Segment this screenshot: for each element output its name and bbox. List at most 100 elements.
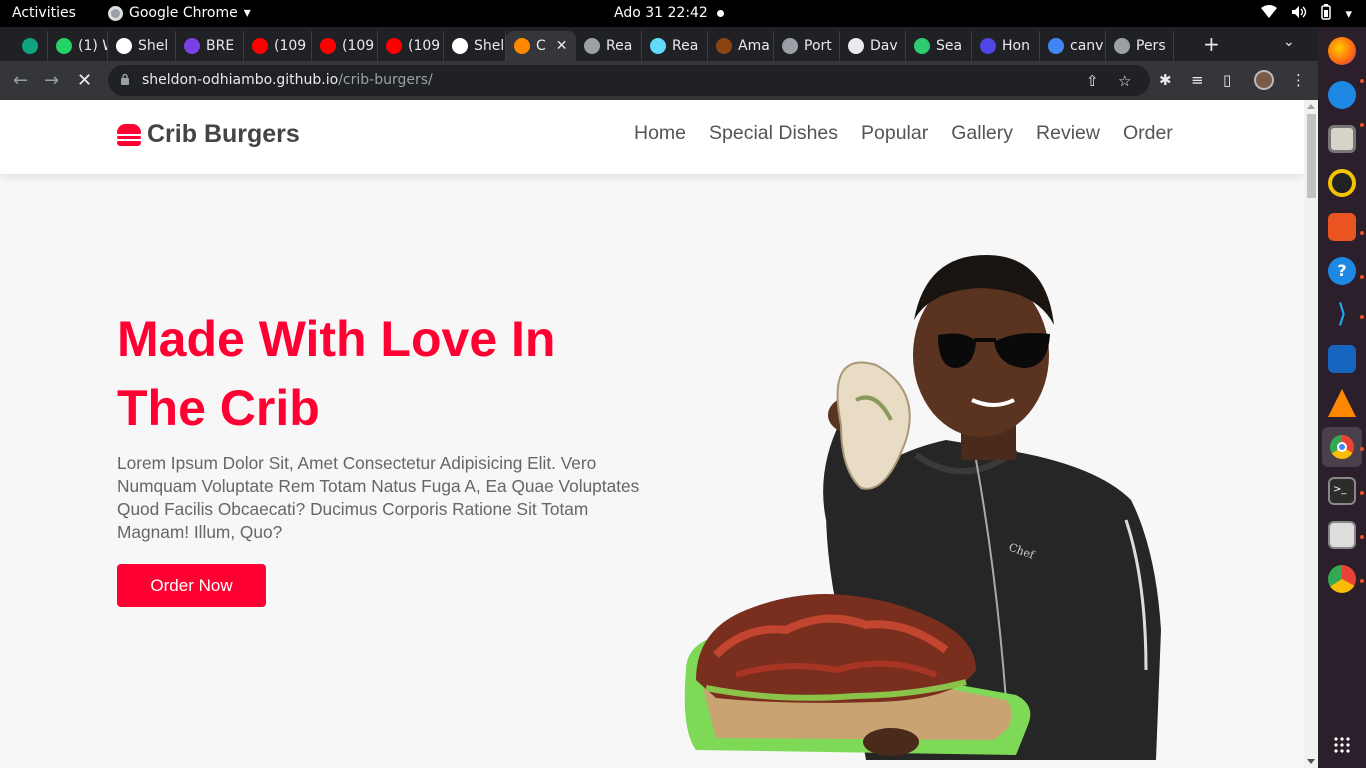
order-now-button[interactable]: Order Now (117, 564, 266, 607)
system-tray[interactable]: ▾ (1261, 4, 1352, 24)
tab-favicon-icon (116, 38, 132, 54)
hero-title: Made With Love In The Crib (117, 311, 556, 436)
tab-label: Shel (138, 38, 169, 54)
show-applications-icon[interactable] (1333, 736, 1351, 754)
terminal-icon[interactable]: >_ (1328, 477, 1356, 505)
url-text: sheldon-odhiambo.github.io/crib-burgers/ (142, 72, 433, 88)
browser-tab[interactable]: (109 (244, 31, 312, 61)
browser-tab[interactable]: Port (774, 31, 840, 61)
image-viewer-icon[interactable] (1328, 521, 1356, 549)
tab-favicon-icon (1114, 38, 1130, 54)
brand-name: Crib Burgers (147, 120, 300, 148)
tab-favicon-icon (184, 38, 200, 54)
software-center-icon[interactable] (1328, 213, 1356, 241)
browser-tab[interactable]: (109 (378, 31, 444, 61)
browser-tab[interactable]: canv (1040, 31, 1106, 61)
browser-tab[interactable]: Rea (642, 31, 708, 61)
scroll-down-arrow[interactable] (1307, 759, 1315, 764)
nav-popular[interactable]: Popular (861, 122, 928, 145)
chrome-dev-icon[interactable] (1328, 565, 1356, 593)
application-dock: ? ⟩ >_ (1318, 27, 1366, 768)
browser-tab[interactable]: C ✕ (506, 31, 576, 61)
nav-gallery[interactable]: Gallery (951, 122, 1013, 145)
nav-home[interactable]: Home (634, 122, 686, 145)
browser-tab[interactable]: Ama (708, 31, 774, 61)
chrome-dock-item[interactable] (1322, 427, 1362, 467)
running-indicator (1360, 447, 1364, 451)
tab-label: Rea (672, 38, 699, 54)
tab-label: Sea (936, 38, 963, 54)
hero-description: Lorem Ipsum Dolor Sit, Amet Consectetur … (117, 453, 640, 542)
back-button[interactable]: ← (13, 70, 28, 91)
url-host: sheldon-odhiambo.github.io (142, 72, 339, 88)
browser-tab[interactable]: Shel (444, 31, 506, 61)
tab-favicon-icon (320, 38, 336, 54)
chrome-icon (108, 5, 123, 21)
scrollbar-thumb[interactable] (1307, 114, 1316, 198)
tab-favicon-icon (1048, 38, 1064, 54)
text-editor-icon[interactable] (1328, 345, 1356, 373)
files-icon[interactable] (1328, 125, 1356, 153)
tab-favicon-icon (848, 38, 864, 54)
activities-button[interactable]: Activities (12, 5, 76, 21)
app-menu[interactable]: Google Chrome ▾ (108, 5, 251, 21)
os-top-bar: Activities Google Chrome ▾ Ado 31 22:42 … (0, 0, 1366, 27)
side-panel-icon[interactable]: ▯ (1223, 71, 1231, 89)
browser-tab[interactable]: Pers (1106, 31, 1174, 61)
running-indicator (1360, 491, 1364, 495)
browser-tab[interactable]: (109 (312, 31, 378, 61)
tab-favicon-icon (716, 38, 732, 54)
browser-tab[interactable]: Hon (972, 31, 1040, 61)
rhythmbox-icon[interactable] (1328, 169, 1356, 197)
nav-special-dishes[interactable]: Special Dishes (709, 122, 838, 145)
tab-favicon-icon (650, 38, 666, 54)
vscode-icon[interactable]: ⟩ (1328, 301, 1356, 329)
more-menu-icon[interactable]: ⋮ (1291, 71, 1306, 89)
tab-search-button[interactable]: ⌄ (1283, 34, 1295, 50)
tab-favicon-icon (252, 38, 268, 54)
running-indicator (1360, 535, 1364, 539)
chevron-down-icon: ▾ (1345, 6, 1352, 22)
bookmark-star-icon[interactable]: ☆ (1118, 72, 1131, 90)
running-indicator (1360, 79, 1364, 83)
tab-label: C (536, 38, 546, 54)
address-bar[interactable]: sheldon-odhiambo.github.io/crib-burgers/… (108, 65, 1150, 96)
extensions-icon[interactable]: ✱ (1159, 71, 1172, 89)
new-tab-button[interactable]: + (1203, 32, 1220, 56)
scroll-up-arrow[interactable] (1307, 104, 1315, 109)
browser-tab[interactable]: Rea (576, 31, 642, 61)
tab-label: Pers (1136, 38, 1166, 54)
firefox-icon[interactable] (1328, 37, 1356, 65)
browser-tab[interactable]: (1) W (48, 31, 108, 61)
browser-tab[interactable] (14, 31, 48, 61)
help-icon[interactable]: ? (1328, 257, 1356, 285)
nav-order[interactable]: Order (1123, 122, 1173, 145)
browser-tab[interactable]: Shel (108, 31, 176, 61)
profile-avatar[interactable] (1254, 70, 1274, 90)
burger-icon (117, 123, 141, 146)
share-icon[interactable]: ⇧ (1086, 72, 1099, 90)
stop-loading-button[interactable]: ✕ (77, 70, 92, 91)
thunderbird-icon[interactable] (1328, 81, 1356, 109)
page-scrollbar[interactable] (1304, 100, 1318, 768)
close-tab-icon[interactable]: ✕ (556, 38, 568, 54)
battery-icon (1321, 4, 1332, 24)
nav-review[interactable]: Review (1036, 122, 1100, 145)
tab-favicon-icon (56, 38, 72, 54)
browser-tab[interactable]: Sea (906, 31, 972, 61)
browser-tab[interactable]: Dav (840, 31, 906, 61)
site-header: Crib Burgers Home Special Dishes Popular… (0, 100, 1304, 174)
site-logo[interactable]: Crib Burgers (117, 120, 300, 149)
media-control-icon[interactable]: ≡ (1191, 71, 1204, 89)
wifi-icon (1261, 5, 1278, 23)
tab-favicon-icon (914, 38, 930, 54)
tab-favicon-icon (22, 38, 38, 54)
clock[interactable]: Ado 31 22:42 (614, 5, 708, 21)
browser-tab[interactable]: BRE (176, 31, 244, 61)
running-indicator (1360, 579, 1364, 583)
volume-icon (1291, 5, 1307, 23)
chevron-down-icon: ▾ (243, 5, 251, 21)
forward-button[interactable]: → (44, 70, 59, 91)
tab-favicon-icon (980, 38, 996, 54)
vlc-icon[interactable] (1328, 389, 1356, 417)
